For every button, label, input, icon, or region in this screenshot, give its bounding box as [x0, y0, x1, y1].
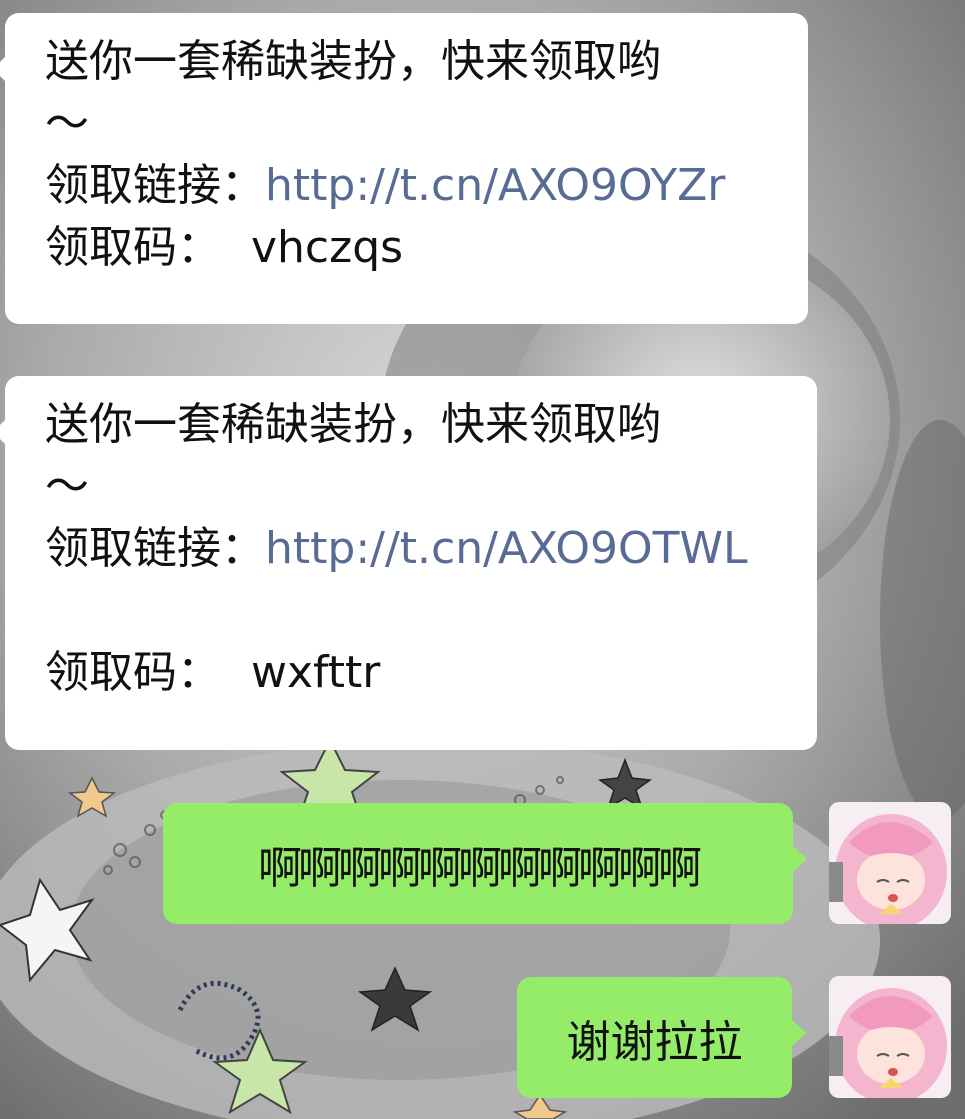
claim-link-row: 领取链接：http://t.cn/AXO9OTWL	[45, 518, 797, 580]
claim-link[interactable]: http://t.cn/AXO9OTWL	[265, 523, 748, 574]
claim-code-row: 领取码： wxfttr	[45, 642, 797, 704]
message-text: ～	[45, 461, 89, 512]
claim-code-value: vhczqs	[251, 222, 404, 273]
claim-code-row: 领取码： vhczqs	[45, 217, 788, 279]
claim-code-label: 领取码：	[45, 222, 221, 273]
incoming-message-bubble[interactable]: 送你一套稀缺装扮，快来领取哟 ～ 领取链接：http://t.cn/AXO9OY…	[0, 13, 808, 324]
message-text: 送你一套稀缺装扮，快来领取哟	[45, 36, 661, 87]
anime-girl-avatar-icon	[829, 976, 951, 1098]
incoming-message-bubble[interactable]: 送你一套稀缺装扮，快来领取哟 ～ 领取链接：http://t.cn/AXO9OT…	[0, 376, 817, 750]
anime-girl-avatar-icon	[829, 802, 951, 924]
claim-code-value: wxfttr	[251, 647, 381, 698]
message-text: 送你一套稀缺装扮，快来领取哟	[45, 399, 661, 450]
claim-link-label: 领取链接：	[45, 523, 265, 574]
user-avatar[interactable]	[829, 976, 951, 1098]
outgoing-message-bubble[interactable]: 啊啊啊啊啊啊啊啊啊啊啊	[163, 803, 807, 924]
claim-code-label: 领取码：	[45, 647, 221, 698]
user-avatar[interactable]	[829, 802, 951, 924]
message-text: 啊啊啊啊啊啊啊啊啊啊啊	[258, 842, 702, 894]
outgoing-message-bubble[interactable]: 谢谢拉拉	[517, 977, 806, 1098]
claim-link-label: 领取链接：	[45, 160, 265, 211]
message-text: ～	[45, 98, 89, 149]
claim-link[interactable]: http://t.cn/AXO9OYZr	[265, 160, 725, 211]
message-text: 谢谢拉拉	[566, 1016, 743, 1068]
claim-link-row: 领取链接：http://t.cn/AXO9OYZr	[45, 155, 788, 217]
